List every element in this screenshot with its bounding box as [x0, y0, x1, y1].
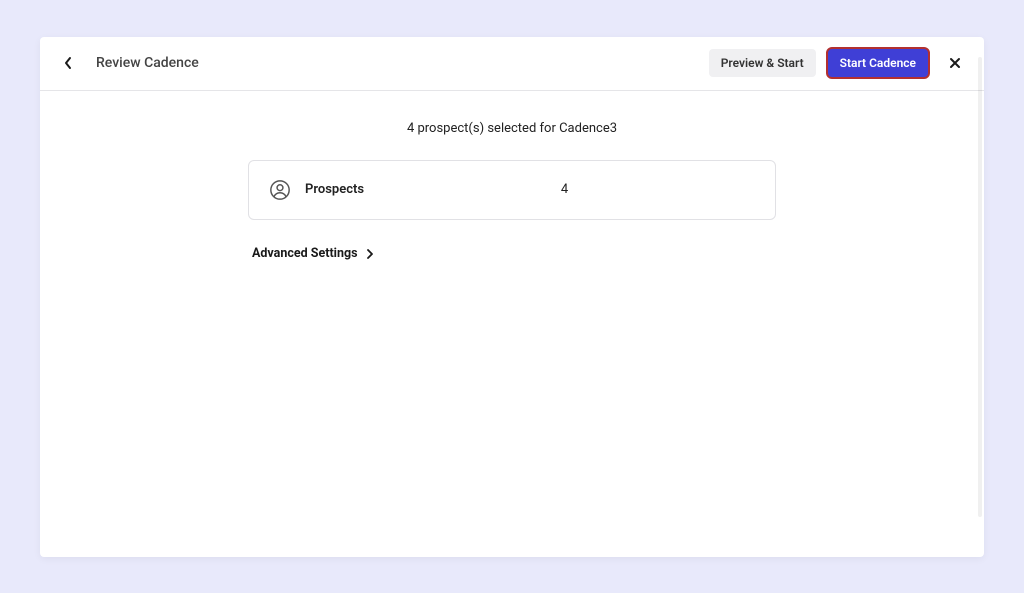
review-cadence-modal: Review Cadence Preview & Start Start Cad… [40, 37, 984, 557]
summary-prefix: 4 prospect(s) selected for [407, 121, 559, 136]
prospects-count: 4 [561, 182, 568, 197]
close-button[interactable] [944, 52, 966, 74]
chevron-left-icon [63, 56, 73, 70]
scrollbar[interactable] [978, 57, 982, 517]
advanced-settings-toggle[interactable]: Advanced Settings [248, 244, 776, 263]
chevron-right-icon [366, 244, 374, 263]
summary-text: 4 prospect(s) selected for Cadence3 [407, 121, 617, 136]
modal-header: Review Cadence Preview & Start Start Cad… [40, 37, 984, 91]
modal-body: 4 prospect(s) selected for Cadence3 Pros… [40, 91, 984, 557]
back-button[interactable] [58, 53, 78, 73]
header-right: Preview & Start Start Cadence [709, 47, 966, 79]
header-left: Review Cadence [58, 53, 199, 73]
advanced-settings-label: Advanced Settings [252, 246, 358, 261]
start-cadence-button[interactable]: Start Cadence [826, 47, 930, 79]
preview-start-button[interactable]: Preview & Start [709, 49, 816, 77]
close-icon [949, 57, 961, 69]
person-icon [269, 179, 291, 201]
prospects-card: Prospects 4 [248, 160, 776, 220]
page-title: Review Cadence [96, 55, 199, 71]
prospects-label: Prospects [305, 182, 364, 197]
cadence-name: Cadence3 [559, 121, 617, 136]
